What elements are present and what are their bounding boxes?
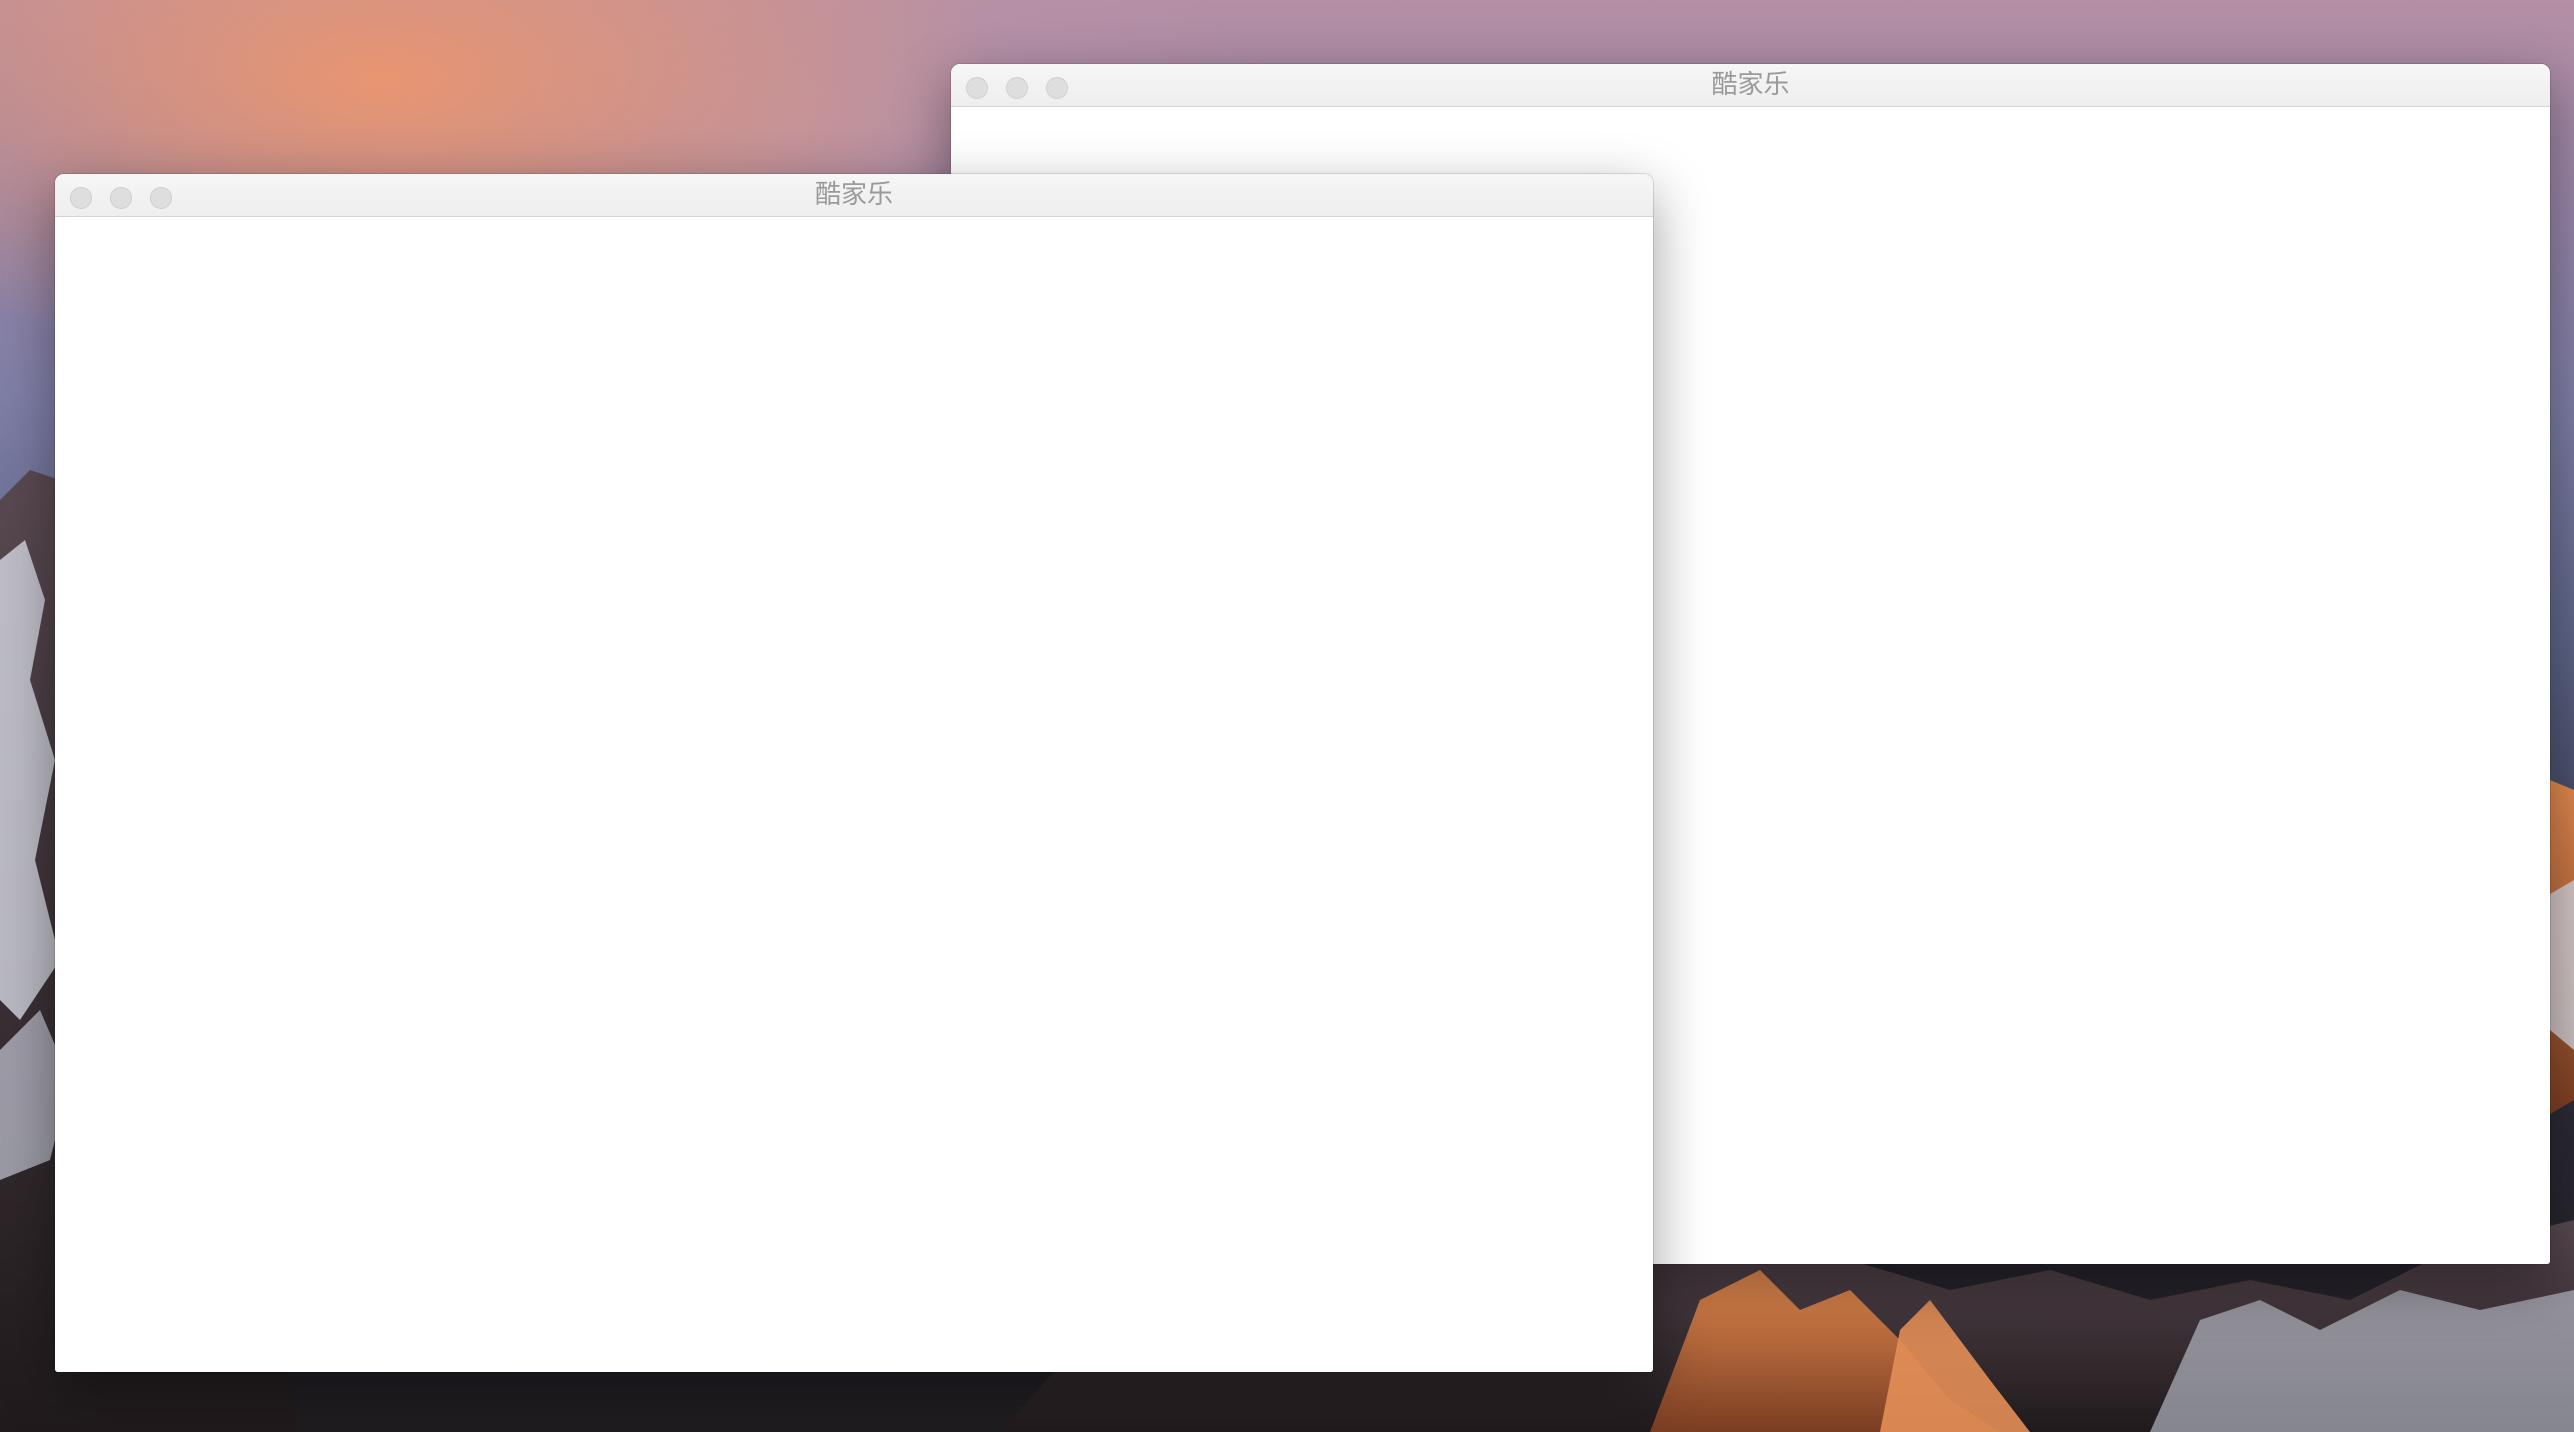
- app-window-front[interactable]: 酷家乐: [55, 174, 1653, 1372]
- window-titlebar[interactable]: 酷家乐: [951, 64, 2550, 107]
- window-titlebar[interactable]: 酷家乐: [55, 174, 1653, 217]
- desktop-wallpaper: 酷家乐 酷家乐: [0, 0, 2574, 1432]
- window-title: 酷家乐: [814, 180, 893, 210]
- window-title: 酷家乐: [1711, 70, 1790, 100]
- window-content[interactable]: [55, 217, 1653, 1372]
